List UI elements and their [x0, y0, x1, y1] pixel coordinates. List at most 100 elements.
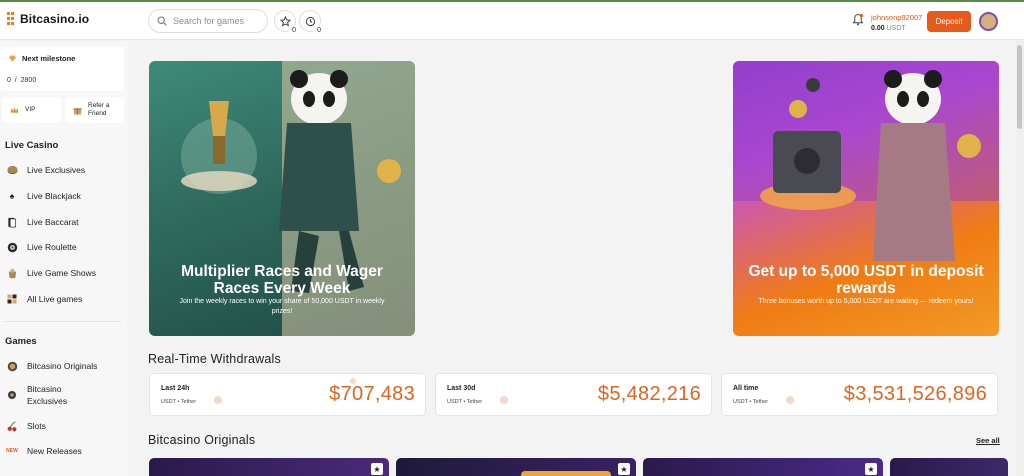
vip-button[interactable]: VIP — [2, 97, 61, 123]
user-account[interactable]: johnsonp92007 0.00 USDT — [871, 12, 922, 34]
withdrawal-card-all-time: All time USDT • Tether $3,531,526,896 — [721, 373, 998, 416]
recent-count: 0 — [317, 27, 321, 34]
gameshow-icon — [6, 267, 18, 279]
withdrawal-amount: $5,482,216 — [597, 383, 701, 405]
milestone-target: 2800 — [20, 77, 37, 84]
tile-art — [521, 471, 611, 476]
milestone-label: Next milestone — [22, 54, 76, 63]
game-tile[interactable]: ★ — [396, 458, 636, 476]
nav-label: Live Game Shows — [27, 268, 96, 278]
brand-logo[interactable]: Bitcasino.io — [6, 11, 89, 27]
sidebar-divider — [5, 321, 121, 322]
nav-label: Live Blackjack — [27, 191, 81, 201]
roulette-icon — [6, 241, 18, 253]
milestone-current: 0 — [7, 77, 11, 84]
withdrawal-period: All time — [733, 385, 759, 392]
search-icon — [157, 16, 167, 26]
gem-icon — [9, 55, 16, 62]
spade-icon: ♠ — [9, 191, 15, 201]
search-input[interactable] — [173, 16, 261, 26]
decor-dot — [214, 396, 222, 404]
nav-label: New Releases — [27, 446, 82, 456]
nav-live-blackjack[interactable]: ♠ Live Blackjack — [6, 190, 81, 202]
nav-live-baccarat[interactable]: Live Baccarat — [6, 216, 79, 228]
history-icon — [305, 16, 315, 26]
nav-bitcasino-originals[interactable]: Bitcasino Originals — [6, 360, 97, 372]
refer-label: Refer a Friend — [88, 102, 109, 118]
recent-button[interactable]: 0 — [299, 10, 321, 34]
favorites-count: 0 — [292, 27, 296, 34]
withdrawal-card-30d: Last 30d USDT • Tether $5,482,216 — [435, 373, 712, 416]
game-tile[interactable]: ★ — [149, 458, 389, 476]
nav-label: Bitcasino Originals — [27, 361, 98, 371]
refer-label-line2: Friend — [88, 110, 107, 117]
brand-name: Bitcasino.io — [20, 12, 90, 26]
page-scrollbar[interactable] — [1015, 41, 1024, 476]
nav-label-line1: Bitcasino — [27, 384, 62, 394]
logo-mark-icon — [7, 12, 14, 25]
gift-icon — [73, 107, 82, 115]
bell-icon[interactable] — [852, 13, 864, 26]
username: johnsonp92007 — [871, 13, 923, 22]
live-casino-heading: Live Casino — [5, 140, 59, 151]
sidebar: Next milestone 0 / 2800 VIP Refer a Frie… — [0, 41, 128, 476]
withdrawal-card-24h: Last 24h USDT • Tether $707,483 — [149, 373, 426, 416]
vip-label: VIP — [25, 106, 36, 113]
nav-slots[interactable]: Slots — [6, 420, 46, 432]
withdrawal-amount: $707,483 — [329, 383, 415, 405]
banner-title: Get up to 5,000 USDT in deposit rewards — [748, 263, 984, 297]
withdrawals-heading: Real-Time Withdrawals — [148, 352, 281, 366]
scrollbar-thumb[interactable] — [1017, 45, 1022, 129]
promo-banner-deposit[interactable]: Get up to 5,000 USDT in deposit rewards … — [733, 61, 999, 336]
originals-heading: Bitcasino Originals — [148, 433, 256, 447]
game-tile[interactable] — [890, 458, 1008, 476]
nav-new-releases[interactable]: NEW New Releases — [6, 445, 82, 457]
withdrawal-currency: USDT • Tether — [161, 399, 197, 405]
deposit-button[interactable]: Deposit — [927, 11, 971, 32]
banner-subtitle: Three bonuses worth up to 5,000 USDT are… — [758, 298, 974, 305]
nav-label: Slots — [27, 421, 46, 431]
balance-currency: USDT — [886, 25, 906, 32]
star-icon[interactable]: ★ — [865, 463, 877, 475]
chip-icon — [6, 164, 18, 176]
nav-label: Live Exclusives — [27, 165, 86, 175]
nav-label: Bitcasino Exclusives — [27, 383, 67, 407]
nav-live-exclusives[interactable]: Live Exclusives — [6, 164, 85, 176]
favorites-button[interactable]: 0 — [274, 10, 296, 34]
decor-dot — [500, 396, 508, 404]
milestone-card[interactable]: Next milestone 0 / 2800 — [0, 47, 124, 91]
withdrawal-amount: $3,531,526,896 — [843, 383, 987, 405]
balance-value: 0.00 — [871, 25, 885, 32]
nav-label-line2: Exclusives — [27, 396, 68, 406]
withdrawal-currency: USDT • Tether — [733, 399, 769, 405]
nav-all-live-games[interactable]: All Live games — [6, 293, 82, 305]
promo-banner-races[interactable]: Multiplier Races and Wager Races Every W… — [149, 61, 415, 336]
cherries-icon — [6, 420, 18, 432]
avatar[interactable] — [979, 12, 998, 31]
new-badge-icon: NEW — [6, 448, 18, 454]
grid-icon — [6, 293, 18, 305]
banner-title: Multiplier Races and Wager Races Every W… — [181, 263, 383, 297]
nav-label: Live Baccarat — [27, 217, 79, 227]
exclusives-icon — [6, 389, 18, 401]
star-icon[interactable]: ★ — [371, 463, 383, 475]
nav-bitcasino-exclusives[interactable]: Bitcasino Exclusives — [6, 383, 67, 407]
milestone-title: Next milestone — [8, 54, 75, 63]
withdrawal-period: Last 24h — [161, 385, 190, 392]
games-heading: Games — [5, 336, 37, 347]
see-all-link[interactable]: See all — [976, 436, 1000, 445]
nav-live-game-shows[interactable]: Live Game Shows — [6, 267, 96, 279]
withdrawal-currency: USDT • Tether — [447, 399, 483, 405]
nav-live-roulette[interactable]: Live Roulette — [6, 241, 77, 253]
nav-label: All Live games — [27, 294, 83, 304]
refer-friend-button[interactable]: Refer a Friend — [65, 97, 124, 123]
milestone-progress: 0 / 2800 — [7, 77, 36, 84]
search-box[interactable] — [148, 9, 268, 33]
crown-icon — [10, 107, 19, 113]
star-icon[interactable]: ★ — [618, 463, 630, 475]
game-tile[interactable]: ★ — [643, 458, 883, 476]
originals-icon — [6, 360, 18, 372]
milestone-separator: / — [14, 77, 17, 84]
nav-label: Live Roulette — [27, 242, 77, 252]
banner-subtitle: Join the weekly races to win your share … — [179, 298, 385, 315]
